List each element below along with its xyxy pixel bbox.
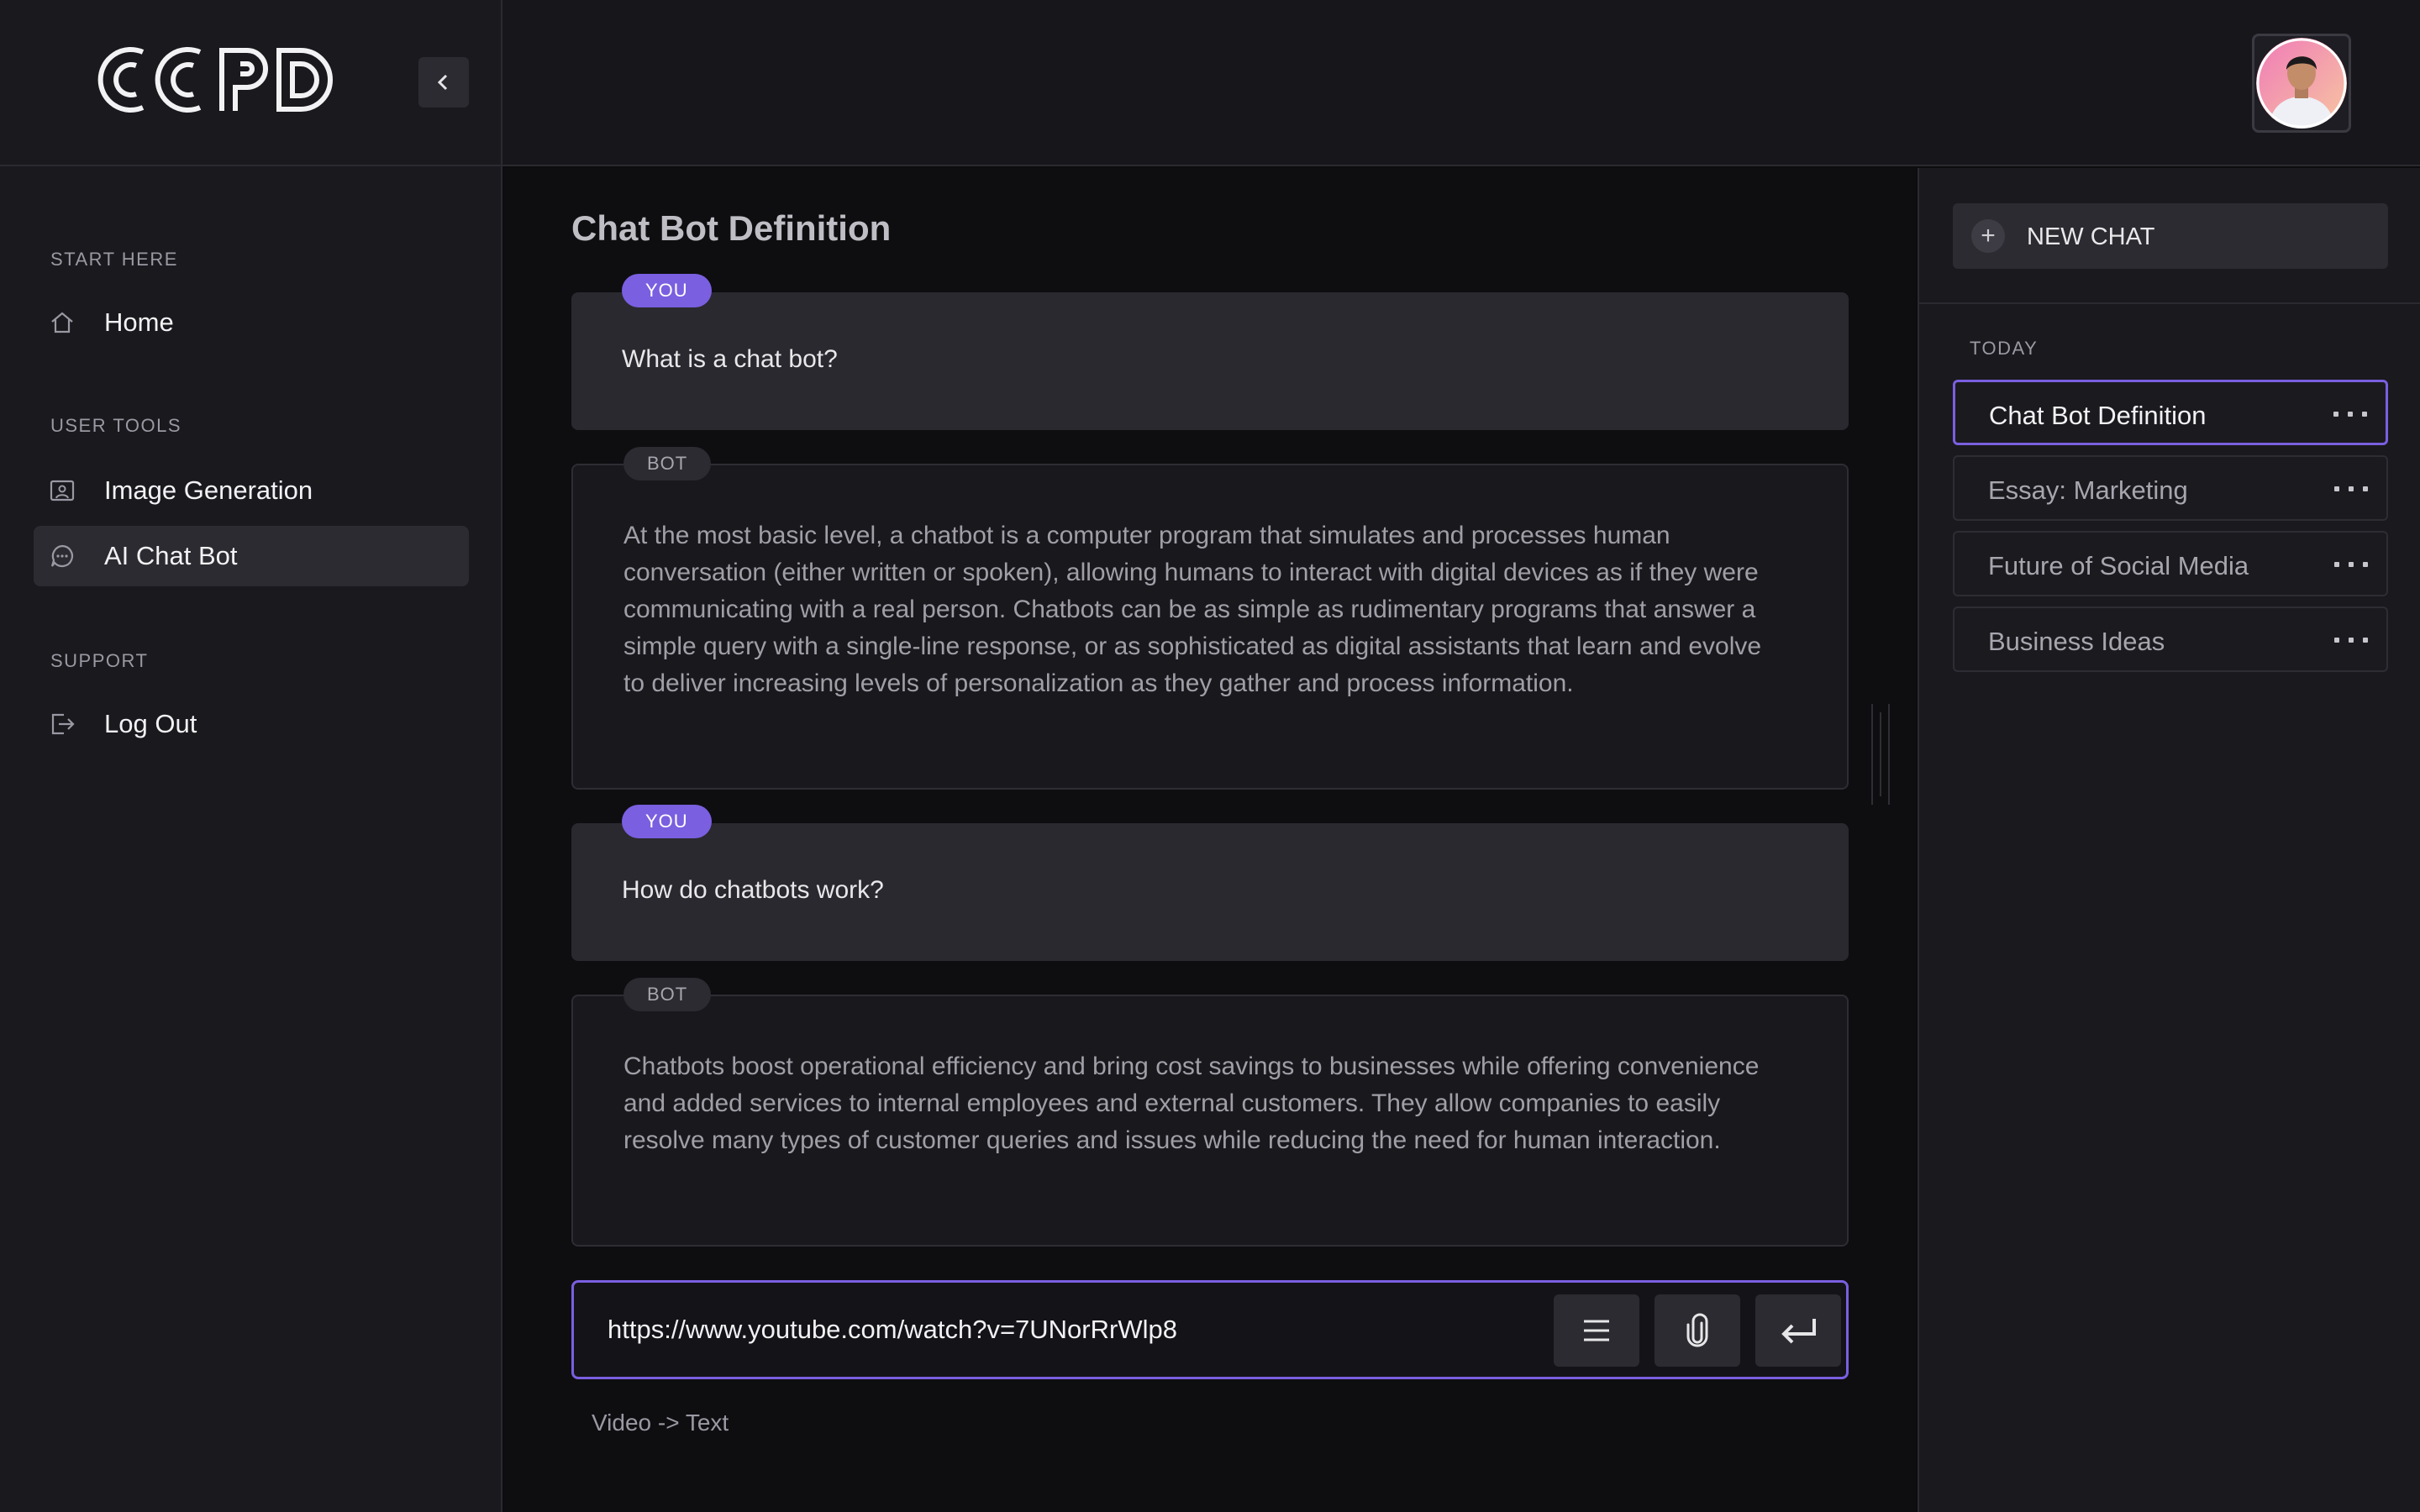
history-section-heading: TODAY <box>1970 338 2039 359</box>
history-item-label: Future of Social Media <box>1988 551 2249 580</box>
nav-item-label: Image Generation <box>104 475 313 505</box>
message-user: YOU What is a chat bot? <box>571 274 1849 430</box>
enter-arrow-icon <box>1781 1319 1816 1344</box>
plus-icon: + <box>1971 219 2005 253</box>
history-item[interactable]: Business Ideas <box>1953 606 2388 672</box>
history-item[interactable]: Chat Bot Definition <box>1953 380 2388 445</box>
history-item[interactable]: Essay: Marketing <box>1953 455 2388 521</box>
nav-item-label: Log Out <box>104 709 197 738</box>
history-item-label: Business Ideas <box>1988 627 2165 656</box>
right-panel: + NEW CHAT TODAY Chat Bot Definition Ess… <box>1918 168 2420 1512</box>
nav-item-log-out[interactable]: Log Out <box>34 694 469 754</box>
resize-grip-icon <box>1871 704 1890 805</box>
send-button[interactable] <box>1755 1294 1841 1367</box>
app-root: START HERE Home USER TOOLS Image Generat… <box>0 0 2420 1512</box>
image-icon <box>50 480 75 501</box>
nav-item-label: AI Chat Bot <box>104 541 238 570</box>
user-avatar-button[interactable] <box>2252 34 2351 133</box>
nav-item-label: Home <box>104 307 174 337</box>
new-chat-button[interactable]: + NEW CHAT <box>1953 203 2388 269</box>
role-badge-bot: BOT <box>623 978 712 1011</box>
message-bot: BOT Chatbots boost operational efficienc… <box>571 978 1849 1247</box>
logout-icon <box>51 713 75 735</box>
chevron-left-icon <box>437 74 448 91</box>
message-user: YOU How do chatbots work? <box>571 805 1849 961</box>
nav-heading-support: SUPPORT <box>50 650 149 671</box>
message-text: Chatbots boost operational efficiency an… <box>623 1053 1760 1154</box>
chat-input-container <box>571 1280 1849 1379</box>
role-badge-you: YOU <box>622 805 712 838</box>
history-item-label: Essay: Marketing <box>1988 475 2188 505</box>
more-options-icon[interactable] <box>2334 630 2368 650</box>
chat-input[interactable] <box>608 1308 1515 1352</box>
more-options-icon[interactable] <box>2334 554 2368 575</box>
hamburger-menu-icon <box>1584 1320 1609 1341</box>
more-options-icon[interactable] <box>2334 479 2368 499</box>
chat-main: Chat Bot Definition YOU What is a chat b… <box>502 168 1916 1512</box>
message-text: At the most basic level, a chatbot is a … <box>623 522 1762 697</box>
paperclip-icon <box>1686 1313 1708 1347</box>
message-bot: BOT At the most basic level, a chatbot i… <box>571 447 1849 790</box>
new-chat-label: NEW CHAT <box>2027 223 2155 250</box>
nav-item-ai-chat-bot[interactable]: AI Chat Bot <box>34 526 469 586</box>
history-item[interactable]: Future of Social Media <box>1953 531 2388 596</box>
avatar <box>2256 38 2347 129</box>
left-sidebar: START HERE Home USER TOOLS Image Generat… <box>0 0 502 1512</box>
collapse-sidebar-button[interactable] <box>418 57 469 108</box>
home-icon <box>51 312 73 333</box>
input-hint: Video -> Text <box>592 1410 729 1436</box>
message-text: What is a chat bot? <box>622 345 838 373</box>
chat-bubble-icon <box>50 544 74 568</box>
nav-heading-user-tools: USER TOOLS <box>50 415 182 436</box>
chat-title: Chat Bot Definition <box>571 208 892 248</box>
divider <box>1919 302 2420 304</box>
ccpd-logo <box>97 47 333 113</box>
message-text: How do chatbots work? <box>622 876 884 904</box>
nav-heading-start-here: START HERE <box>50 249 178 270</box>
nav-item-image-generation[interactable]: Image Generation <box>34 460 469 521</box>
role-badge-bot: BOT <box>623 447 712 480</box>
more-options-icon[interactable] <box>2333 404 2367 424</box>
history-item-label: Chat Bot Definition <box>1989 401 2207 430</box>
top-header <box>502 0 2420 166</box>
sidebar-header <box>0 0 501 166</box>
attach-file-button[interactable] <box>1655 1294 1740 1367</box>
role-badge-you: YOU <box>622 274 712 307</box>
panel-resize-handle[interactable] <box>1869 704 1892 805</box>
prompt-menu-button[interactable] <box>1554 1294 1639 1367</box>
nav-item-home[interactable]: Home <box>34 292 469 353</box>
